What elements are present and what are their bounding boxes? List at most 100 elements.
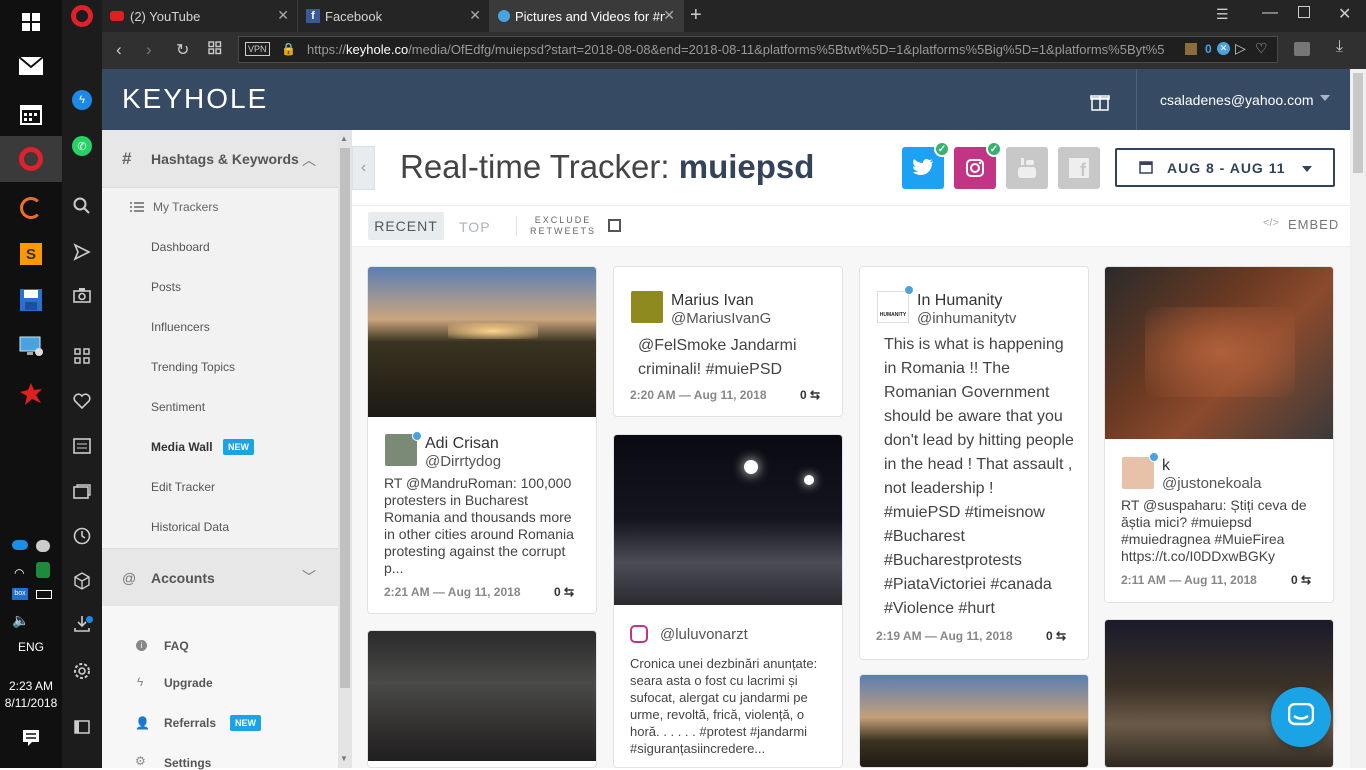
nav-edit-tracker[interactable]: Edit Tracker xyxy=(151,480,215,494)
tab-top[interactable]: TOP xyxy=(459,219,491,235)
twitter-filter-button[interactable]: ✓ xyxy=(902,141,950,189)
downloads-icon[interactable] xyxy=(62,604,102,644)
embed-button[interactable]: EMBED xyxy=(1288,217,1339,232)
defender-icon[interactable] xyxy=(36,562,50,578)
vpn-badge[interactable]: VPN xyxy=(245,42,270,56)
avatar[interactable] xyxy=(631,291,663,323)
author-handle[interactable]: @luluvonarzt xyxy=(660,626,748,643)
post-card[interactable] xyxy=(367,630,597,768)
author-name[interactable]: k xyxy=(1162,457,1170,475)
extensions-cube-icon[interactable] xyxy=(62,561,102,601)
volume-icon[interactable]: 🔈 xyxy=(12,612,29,629)
whatsapp-icon[interactable]: ✆ xyxy=(62,126,102,166)
youtube-filter-button[interactable] xyxy=(1006,147,1048,189)
protest-crowd-photo[interactable] xyxy=(368,267,596,417)
tab-keyhole-active[interactable]: Pictures and Videos for #n ✕ xyxy=(490,0,684,32)
windows-start-icon[interactable] xyxy=(0,0,62,44)
avatar[interactable]: HUMANITY xyxy=(877,291,909,323)
tab-menu-icon[interactable]: ☰ xyxy=(1216,6,1229,23)
clock-date[interactable]: 8/11/2018 xyxy=(0,696,62,710)
author-name[interactable]: Marius Ivan xyxy=(671,292,754,310)
collapse-sidebar-button[interactable]: ‹ xyxy=(352,146,375,190)
gift-icon[interactable] xyxy=(1090,91,1110,116)
sidebar-toggle-icon[interactable] xyxy=(62,707,102,747)
language-indicator[interactable]: ENG xyxy=(0,640,62,654)
wallet-icon[interactable] xyxy=(1294,42,1310,56)
author-name[interactable]: Adi Crisan xyxy=(425,435,499,453)
floppy-save-icon[interactable] xyxy=(0,278,62,322)
lock-icon[interactable]: 🔒 xyxy=(281,42,296,56)
user-menu-chevron-icon[interactable] xyxy=(1320,95,1330,101)
cloud-sync-icon[interactable] xyxy=(36,540,50,552)
heart-icon[interactable] xyxy=(62,381,102,421)
street-protest-photo[interactable] xyxy=(368,631,596,761)
nav-dashboard[interactable]: Dashboard xyxy=(151,240,210,254)
grill-photo[interactable] xyxy=(1105,267,1333,439)
messenger-icon[interactable]: ϟ xyxy=(62,80,102,120)
action-center-icon[interactable] xyxy=(0,716,62,760)
clock-time[interactable]: 2:23 AM xyxy=(0,679,62,693)
nav-trending-topics[interactable]: Trending Topics xyxy=(151,360,235,374)
nav-media-wall[interactable]: Media Wall xyxy=(151,440,213,454)
forward-icon[interactable]: › xyxy=(146,40,152,60)
close-window-icon[interactable]: ✕ xyxy=(1338,4,1351,24)
tab-facebook[interactable]: f Facebook ✕ xyxy=(298,0,490,32)
nav-upgrade[interactable]: Upgrade xyxy=(164,676,213,690)
nav-posts[interactable]: Posts xyxy=(151,280,181,294)
calendar-icon[interactable] xyxy=(0,92,62,136)
nav-influencers[interactable]: Influencers xyxy=(151,320,210,334)
night-police-line-photo[interactable] xyxy=(614,435,842,605)
my-trackers-link[interactable]: My Trackers xyxy=(153,200,218,214)
post-card[interactable]: Marius Ivan @MariusIvanG @FelSmoke Janda… xyxy=(613,266,843,417)
new-tab-plus-icon[interactable]: + xyxy=(690,4,702,27)
avatar[interactable] xyxy=(1122,457,1154,489)
nav-historical-data[interactable]: Historical Data xyxy=(151,520,229,534)
hashtags-keywords-section[interactable]: # Hashtags & Keywords ︿ xyxy=(102,130,338,188)
camera-icon[interactable] xyxy=(62,275,102,315)
exclude-retweets-checkbox[interactable] xyxy=(608,219,621,232)
wifi-icon[interactable]: ◠ xyxy=(14,566,24,580)
news-icon[interactable] xyxy=(62,426,102,466)
author-handle[interactable]: @MariusIvanG xyxy=(671,310,771,327)
tab-recent[interactable]: RECENT xyxy=(368,212,444,240)
tab-youtube[interactable]: (2) YouTube ✕ xyxy=(102,0,298,32)
nav-sentiment[interactable]: Sentiment xyxy=(151,400,205,414)
settings-gear-icon[interactable] xyxy=(62,651,102,691)
speed-dial-grid-icon[interactable] xyxy=(208,41,222,60)
snapshot-icon[interactable]: ▷ xyxy=(1235,40,1246,57)
author-handle[interactable]: @justonekoala xyxy=(1162,475,1261,492)
post-card[interactable]: HUMANITY In Humanity @inhumanitytv This … xyxy=(859,266,1089,660)
remote-desktop-icon[interactable] xyxy=(0,324,62,368)
history-icon[interactable] xyxy=(62,516,102,556)
protest-crowd-photo[interactable] xyxy=(860,675,1088,767)
accounts-section[interactable]: @ Accounts ﹀ xyxy=(102,548,338,606)
post-card[interactable]: @luluvonarzt Cronica unei dezbinări anun… xyxy=(613,434,843,768)
battery-icon[interactable] xyxy=(36,590,52,599)
system-tray-icons[interactable]: ◠ box xyxy=(10,540,54,600)
keyhole-logo[interactable]: KEYHOLE xyxy=(122,83,268,115)
opera-menu-icon[interactable] xyxy=(71,5,93,27)
page-scrollbar[interactable] xyxy=(1350,69,1366,768)
nav-referrals[interactable]: Referrals xyxy=(164,716,216,730)
close-tab-icon[interactable]: ✕ xyxy=(277,7,289,24)
post-card[interactable]: Adi Crisan @Dirrtydog RT @MandruRoman: 1… xyxy=(367,266,597,614)
download-arrow-icon[interactable]: ⤓ xyxy=(1336,38,1343,56)
tabs-icon[interactable] xyxy=(62,472,102,512)
splash-app-icon[interactable] xyxy=(0,372,62,416)
sublime-text-icon[interactable]: S xyxy=(0,232,62,276)
chevron-up-icon[interactable]: ︿ xyxy=(302,150,316,170)
reload-icon[interactable]: ↻ xyxy=(176,40,189,60)
author-handle[interactable]: @Dirrtydog xyxy=(425,453,501,470)
sidebar-scrollbar[interactable]: ▲ ▼ xyxy=(338,130,352,768)
adblock-count[interactable]: 0 xyxy=(1205,42,1212,56)
close-tab-icon[interactable]: ✕ xyxy=(663,7,675,24)
adblock-icon[interactable]: ✕ xyxy=(1217,42,1230,55)
url-field[interactable]: VPN 🔒 https://keyhole.co/media/OfEdfg/mu… xyxy=(238,36,1278,63)
instagram-filter-button[interactable]: ✓ xyxy=(954,141,1002,189)
onedrive-icon[interactable] xyxy=(12,540,28,550)
opera-taskbar-active[interactable] xyxy=(0,136,62,182)
send-icon[interactable] xyxy=(62,232,102,272)
speed-dial-icon[interactable] xyxy=(62,336,102,376)
minimize-icon[interactable]: — xyxy=(1262,4,1278,22)
restore-icon[interactable] xyxy=(1298,6,1310,18)
